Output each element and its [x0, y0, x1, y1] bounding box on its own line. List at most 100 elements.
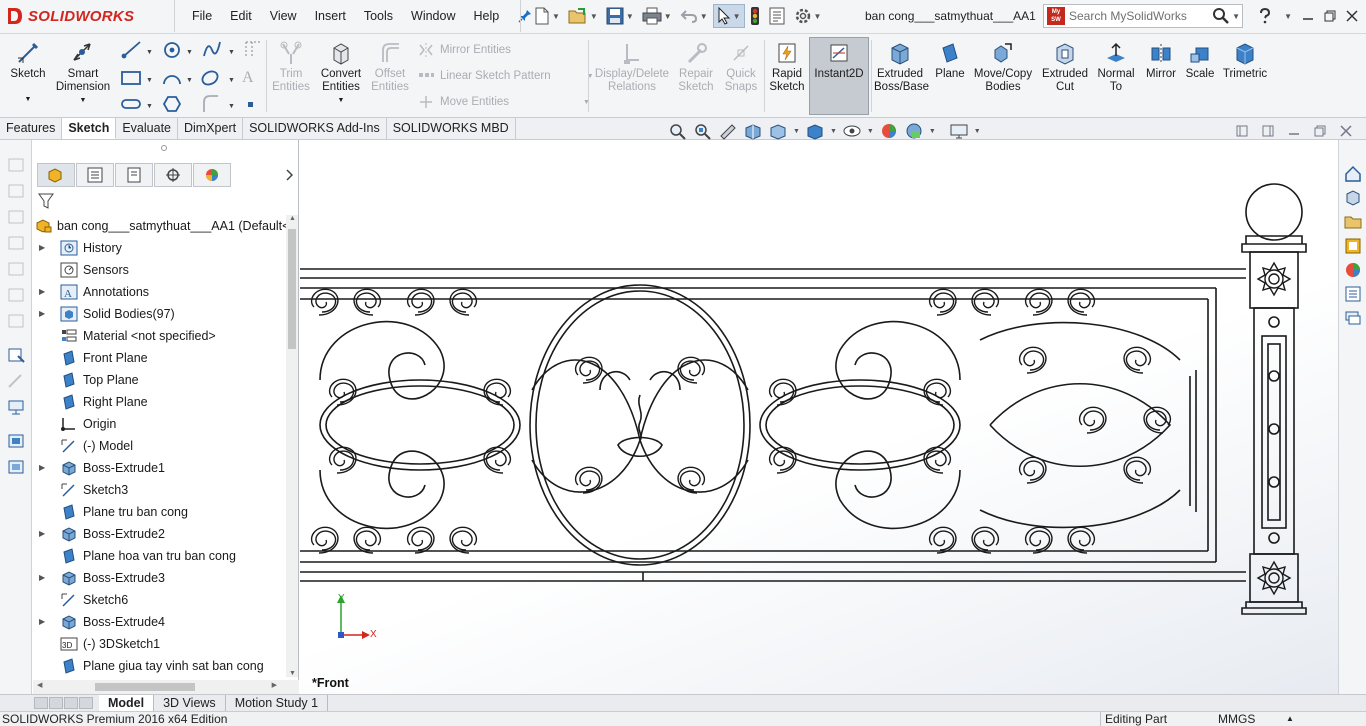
search-box[interactable]: My SW Search MySolidWorks ▼: [1043, 4, 1243, 28]
strip-tool-3-icon[interactable]: [6, 208, 26, 226]
menu-insert[interactable]: Insert: [306, 0, 355, 32]
tree-item[interactable]: ▶ Boss-Extrude3: [33, 567, 287, 589]
scroll-down-icon[interactable]: ▼: [289, 670, 296, 677]
appearances-icon[interactable]: [1342, 260, 1364, 280]
menu-tools[interactable]: Tools: [355, 0, 402, 32]
unit-system[interactable]: MMGS: [1218, 712, 1255, 726]
expand-arrow-icon[interactable]: ▶: [39, 611, 49, 633]
forum-icon[interactable]: [1342, 308, 1364, 328]
instant2d-button[interactable]: Instant2D: [809, 37, 869, 115]
convert-dropdown-icon[interactable]: ▼: [316, 94, 366, 107]
scroll-up-icon[interactable]: ▲: [289, 215, 296, 222]
viewport-restore-icon[interactable]: [1314, 125, 1326, 137]
tree-item[interactable]: Material <not specified>: [33, 325, 287, 347]
tree-item[interactable]: ▶ Boss-Extrude4: [33, 611, 287, 633]
file-properties-button[interactable]: [765, 4, 789, 28]
tree-item[interactable]: Plane tru ban cong: [33, 501, 287, 523]
viewport-minimize-icon[interactable]: [1288, 125, 1300, 137]
tab-nav-arrows[interactable]: [34, 697, 93, 709]
apply-scene-dropdown-icon[interactable]: ▼: [929, 128, 936, 135]
scale-button[interactable]: Scale: [1182, 38, 1218, 81]
tree-item[interactable]: Top Plane: [33, 369, 287, 391]
tree-item[interactable]: Front Plane: [33, 347, 287, 369]
tree-item[interactable]: ▶ Boss-Extrude1: [33, 457, 287, 479]
expand-arrow-icon[interactable]: ▶: [39, 281, 49, 303]
view-orientation-icon[interactable]: [768, 122, 788, 140]
tab-mbd[interactable]: SOLIDWORKS MBD: [387, 118, 516, 139]
expand-arrow-icon[interactable]: ▶: [39, 237, 49, 259]
tree-hscroll-thumb[interactable]: [95, 683, 195, 691]
help-dropdown-icon[interactable]: ▼: [1284, 12, 1292, 21]
strip-tool-12-icon[interactable]: [6, 458, 26, 476]
menu-help[interactable]: Help: [465, 0, 509, 32]
filter-icon[interactable]: [37, 192, 55, 210]
help-icon[interactable]: [1258, 8, 1272, 24]
strip-tool-5-icon[interactable]: [6, 260, 26, 278]
extruded-boss-base-button[interactable]: Extruded Boss/Base: [874, 38, 929, 94]
tree-root[interactable]: ban cong___satmythuat___AA1 (Default<: [35, 215, 289, 237]
open-button[interactable]: ▼: [565, 4, 601, 28]
strip-tool-6-icon[interactable]: [6, 286, 26, 304]
design-library-icon[interactable]: [1342, 188, 1364, 208]
smart-dimension-button[interactable]: Smart Dimension ▼: [52, 38, 114, 107]
tree-item[interactable]: Sketch3: [33, 479, 287, 501]
viewport-right-icon[interactable]: [1262, 125, 1274, 137]
strip-tool-2-icon[interactable]: [6, 182, 26, 200]
move-entities-button[interactable]: Move Entities ▼: [418, 95, 590, 109]
graphics-area[interactable]: Y X *Front: [300, 140, 1338, 694]
tab-sketch[interactable]: Sketch: [62, 118, 117, 139]
tab-features[interactable]: Features: [0, 118, 63, 139]
normal-to-button[interactable]: Normal To: [1094, 38, 1138, 94]
tab-motion-study[interactable]: Motion Study 1: [226, 695, 329, 711]
tree-item[interactable]: ▶ Solid Bodies(97): [33, 303, 287, 325]
display-delete-relations-button[interactable]: Display/Delete Relations: [592, 38, 672, 94]
view-settings-icon[interactable]: [949, 122, 969, 140]
tab-model[interactable]: Model: [99, 695, 155, 711]
expand-arrow-icon[interactable]: ▶: [39, 567, 49, 589]
print-button[interactable]: ▼: [639, 4, 675, 28]
expand-arrow-icon[interactable]: ▶: [39, 303, 49, 325]
strip-tool-8-icon[interactable]: [6, 346, 26, 364]
tree-item[interactable]: ▶ History: [33, 237, 287, 259]
tree-item[interactable]: ▶ A Annotations: [33, 281, 287, 303]
units-dropdown-icon[interactable]: ▲: [1286, 712, 1294, 726]
convert-entities-button[interactable]: Convert Entities ▼: [316, 38, 366, 107]
select-button[interactable]: ▼: [712, 4, 745, 28]
configurationmanager-tab[interactable]: [115, 163, 153, 187]
expand-arrow-icon[interactable]: ▶: [39, 523, 49, 545]
section-view-icon[interactable]: [743, 122, 763, 140]
close-icon[interactable]: [1346, 10, 1358, 22]
tree-item[interactable]: 3D (-) 3DSketch1: [33, 633, 287, 655]
rapid-sketch-button[interactable]: Rapid Sketch: [766, 38, 808, 94]
menu-window[interactable]: Window: [402, 0, 464, 32]
scroll-right-icon[interactable]: ▶: [272, 681, 277, 689]
displaymanager-tab[interactable]: [193, 163, 231, 187]
expand-arrow-icon[interactable]: ▶: [39, 457, 49, 479]
solidworks-resources-home-icon[interactable]: [1342, 164, 1364, 184]
edit-appearance-icon[interactable]: [879, 122, 899, 140]
search-input[interactable]: Search MySolidWorks: [1069, 9, 1210, 23]
tab-evaluate[interactable]: Evaluate: [116, 118, 178, 139]
tree-item[interactable]: Origin: [33, 413, 287, 435]
sketch-button[interactable]: Sketch ▼: [6, 38, 50, 106]
hide-show-dropdown-icon[interactable]: ▼: [867, 128, 874, 135]
offset-entities-button[interactable]: Offset Entities: [368, 38, 412, 94]
tree-item[interactable]: Sketch6: [33, 589, 287, 611]
hide-show-items-icon[interactable]: [842, 122, 862, 140]
mirror-button[interactable]: Mirror: [1140, 38, 1182, 81]
featuremanager-tab[interactable]: [37, 163, 75, 187]
quick-snaps-button[interactable]: Quick Snaps: [720, 38, 762, 94]
tree-vertical-scrollbar[interactable]: ▲ ▼: [286, 215, 298, 677]
zoom-to-area-icon[interactable]: [693, 122, 713, 140]
tab-3d-views[interactable]: 3D Views: [154, 695, 226, 711]
restore-icon[interactable]: [1324, 10, 1336, 22]
menu-edit[interactable]: Edit: [221, 0, 261, 32]
dimxpertmanager-tab[interactable]: [154, 163, 192, 187]
sketch-entity-icons[interactable]: ▼ ▼ ▼ ▼ ▼ ▼ ▼ ▼ A: [120, 38, 260, 114]
strip-tool-7-icon[interactable]: [6, 312, 26, 330]
display-style-icon[interactable]: [805, 122, 825, 140]
viewport-left-icon[interactable]: [1236, 125, 1248, 137]
view-settings-dropdown-icon[interactable]: ▼: [974, 128, 981, 135]
tab-addins[interactable]: SOLIDWORKS Add-Ins: [243, 118, 387, 139]
view-orientation-dropdown-icon[interactable]: ▼: [793, 128, 800, 135]
